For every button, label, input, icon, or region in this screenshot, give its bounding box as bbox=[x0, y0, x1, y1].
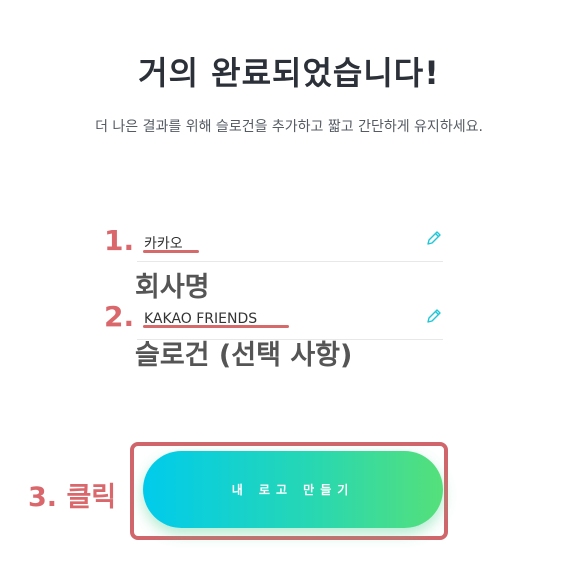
step-3-label: 3. 클릭 bbox=[28, 482, 117, 513]
pencil-icon[interactable] bbox=[425, 307, 443, 325]
company-name-field[interactable]: 카카오 bbox=[137, 221, 443, 262]
pencil-icon[interactable] bbox=[425, 229, 443, 247]
slogan-label: 슬로건 (선택 사항) bbox=[135, 340, 353, 371]
step-1-label: 1. bbox=[104, 224, 135, 257]
page-title: 거의 완료되었습니다! bbox=[138, 54, 440, 92]
page-subtitle: 더 나은 결과를 위해 슬로건을 추가하고 짧고 간단하게 유지하세요. bbox=[95, 119, 483, 135]
step-2-label: 2. bbox=[104, 300, 135, 333]
company-underline-mark bbox=[143, 250, 199, 253]
make-logo-button[interactable]: 내 로고 만들기 bbox=[143, 451, 443, 528]
slogan-underline-mark bbox=[143, 325, 289, 328]
